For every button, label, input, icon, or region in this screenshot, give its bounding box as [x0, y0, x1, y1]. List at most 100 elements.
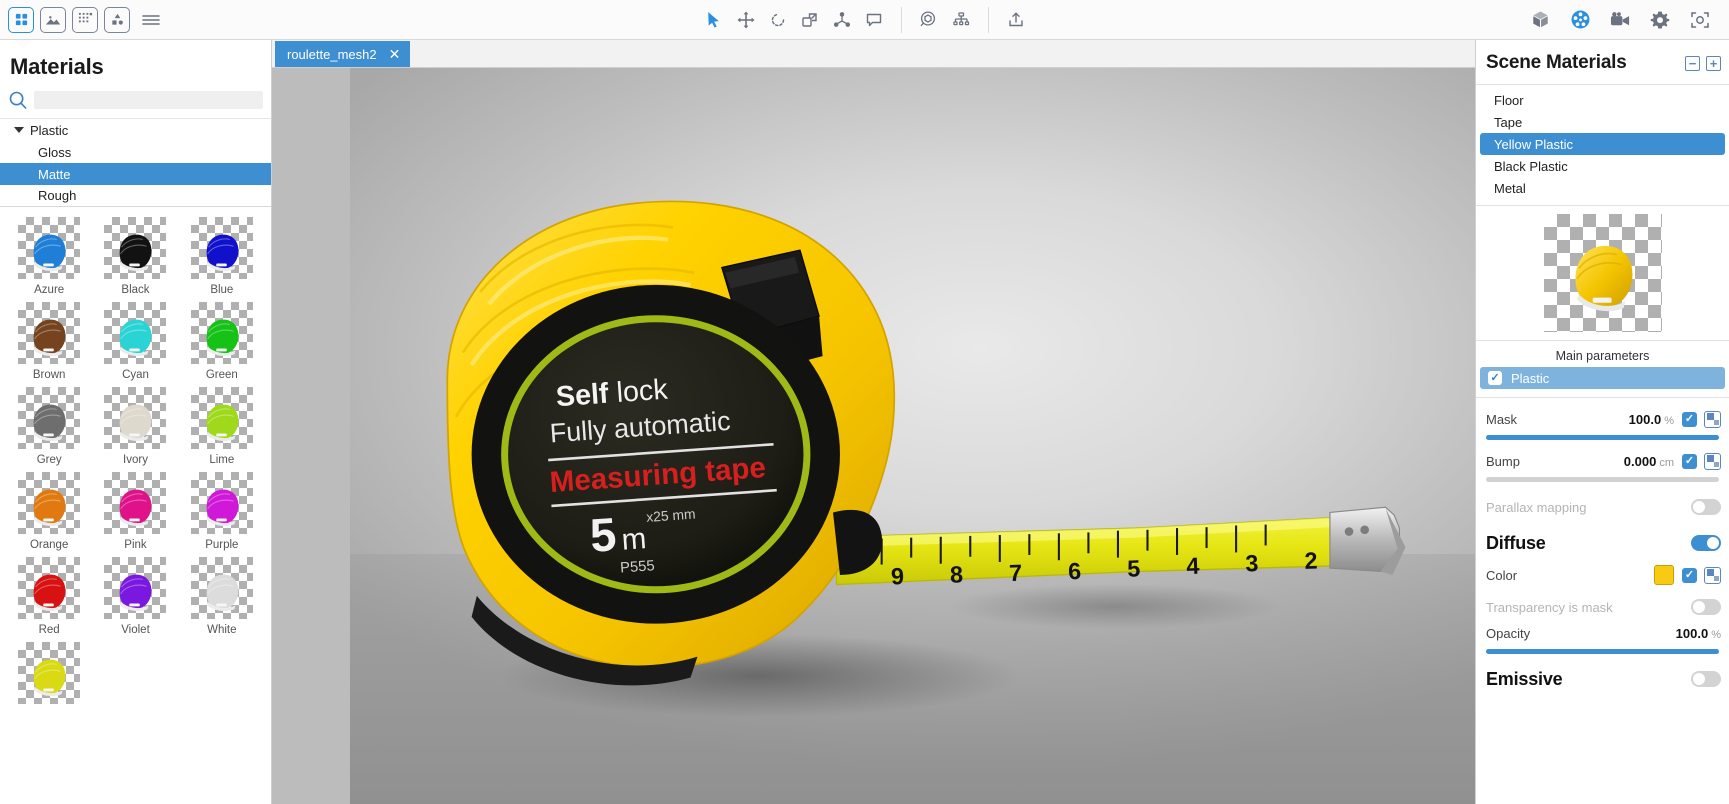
property-enable-checkbox[interactable]: ✓ — [1682, 568, 1697, 583]
texture-grid-icon[interactable] — [72, 7, 98, 33]
swatch-thumbnail-icon — [25, 482, 73, 530]
video-camera-icon[interactable] — [1605, 5, 1635, 35]
material-swatch-grey[interactable]: Grey — [6, 387, 92, 466]
tab-roulette-mesh2[interactable]: roulette_mesh2 ✕ — [275, 41, 410, 67]
property-enable-checkbox[interactable]: ✓ — [1682, 454, 1697, 469]
material-swatch-pink[interactable]: Pink — [92, 472, 178, 551]
section-emissive: Emissive — [1476, 664, 1729, 694]
checkbox-checked-icon[interactable]: ✓ — [1488, 371, 1502, 385]
tree-item-rough[interactable]: Rough — [0, 185, 271, 207]
property-slider-track[interactable] — [1486, 649, 1719, 654]
swatch-thumbnail[interactable] — [191, 387, 253, 449]
annotation-icon[interactable] — [859, 5, 889, 35]
scale-icon[interactable] — [795, 5, 825, 35]
swatch-thumbnail[interactable] — [18, 217, 80, 279]
material-sphere-icon[interactable] — [1565, 5, 1595, 35]
export-icon[interactable] — [1001, 5, 1031, 35]
material-picker-icon[interactable] — [914, 5, 944, 35]
scene-materials-header: Scene Materials − + — [1476, 40, 1729, 85]
material-swatch-cyan[interactable]: Cyan — [92, 302, 178, 381]
swatch-thumbnail[interactable] — [191, 302, 253, 364]
property-value[interactable]: 100.0% — [1629, 412, 1674, 427]
property-toggle[interactable] — [1691, 599, 1721, 615]
close-icon[interactable]: ✕ — [389, 47, 401, 61]
property-value[interactable]: 0.000cm — [1624, 454, 1674, 469]
swatch-thumbnail[interactable] — [104, 472, 166, 534]
image-icon[interactable] — [40, 7, 66, 33]
material-swatch-black[interactable]: Black — [92, 217, 178, 296]
property-slider-track[interactable] — [1486, 477, 1719, 482]
pivot-icon[interactable] — [827, 5, 857, 35]
tree-group-plastic[interactable]: Plastic — [0, 119, 271, 141]
property-texture-map-button[interactable] — [1704, 411, 1721, 428]
move-icon[interactable] — [731, 5, 761, 35]
material-swatch-brown[interactable]: Brown — [6, 302, 92, 381]
swatch-thumbnail[interactable] — [104, 217, 166, 279]
hamburger-menu-icon[interactable] — [136, 5, 166, 35]
property-texture-map-button[interactable] — [1704, 453, 1721, 470]
tree-item-gloss[interactable]: Gloss — [0, 141, 271, 163]
scene-material-item-floor[interactable]: Floor — [1480, 89, 1725, 111]
material-swatch-orange[interactable]: Orange — [6, 472, 92, 551]
property-slider-track[interactable] — [1486, 435, 1719, 440]
main-parameter-plastic-row[interactable]: ✓ Plastic — [1480, 367, 1725, 389]
swatch-thumbnail[interactable] — [18, 642, 80, 704]
color-swatch[interactable] — [1654, 565, 1674, 585]
3d-viewport[interactable]: 9 8 7 6 5 4 3 2 — [272, 68, 1475, 804]
scene-material-label: Yellow Plastic — [1494, 137, 1573, 152]
material-swatch-violet[interactable]: Violet — [92, 557, 178, 636]
scene-material-item-yellow-plastic[interactable]: Yellow Plastic — [1480, 133, 1725, 155]
tree-item-matte[interactable]: Matte — [0, 163, 271, 185]
material-swatch-item-15[interactable] — [6, 642, 92, 709]
swatch-thumbnail[interactable] — [18, 557, 80, 619]
scene-material-item-black-plastic[interactable]: Black Plastic — [1480, 155, 1725, 177]
swatch-label: White — [207, 624, 236, 636]
property-enable-checkbox[interactable]: ✓ — [1682, 412, 1697, 427]
select-arrow-icon[interactable] — [699, 5, 729, 35]
swatch-thumbnail[interactable] — [18, 472, 80, 534]
property-toggle[interactable] — [1691, 499, 1721, 515]
swatch-thumbnail-icon — [25, 397, 73, 445]
swatch-label: Green — [206, 369, 238, 381]
shapes-icon[interactable] — [104, 7, 130, 33]
gear-icon[interactable] — [1645, 5, 1675, 35]
swatch-thumbnail[interactable] — [191, 557, 253, 619]
collapse-all-button[interactable]: − — [1685, 56, 1700, 71]
material-swatch-lime[interactable]: Lime — [179, 387, 265, 466]
search-input[interactable] — [34, 91, 263, 109]
material-swatch-azure[interactable]: Azure — [6, 217, 92, 296]
section-toggle[interactable] — [1691, 671, 1721, 687]
scene-material-item-tape[interactable]: Tape — [1480, 111, 1725, 133]
grid-view-icon[interactable] — [8, 7, 34, 33]
hierarchy-icon[interactable] — [946, 5, 976, 35]
material-swatch-green[interactable]: Green — [179, 302, 265, 381]
swatch-label: Brown — [33, 369, 66, 381]
property-value[interactable]: 100.0% — [1676, 626, 1721, 641]
add-material-button[interactable]: + — [1706, 56, 1721, 71]
swatch-thumbnail[interactable] — [191, 217, 253, 279]
tab-bar: roulette_mesh2 ✕ — [272, 40, 1475, 68]
toggle-knob — [1693, 501, 1705, 513]
swatch-thumbnail[interactable] — [104, 302, 166, 364]
material-swatch-white[interactable]: White — [179, 557, 265, 636]
section-toggle[interactable] — [1691, 535, 1721, 551]
material-swatch-ivory[interactable]: Ivory — [92, 387, 178, 466]
swatch-thumbnail[interactable] — [104, 557, 166, 619]
property-texture-map-button[interactable] — [1704, 567, 1721, 584]
svg-text:P555: P555 — [620, 558, 655, 576]
material-swatch-red[interactable]: Red — [6, 557, 92, 636]
cube-icon[interactable] — [1525, 5, 1555, 35]
material-preview[interactable] — [1544, 214, 1662, 332]
material-swatch-purple[interactable]: Purple — [179, 472, 265, 551]
rotate-icon[interactable] — [763, 5, 793, 35]
scene-materials-title: Scene Materials — [1486, 52, 1627, 74]
material-category-tree: Plastic Gloss Matte Rough — [0, 118, 271, 207]
swatch-thumbnail[interactable] — [18, 387, 80, 449]
swatch-thumbnail[interactable] — [18, 302, 80, 364]
property-unit: % — [1711, 629, 1721, 641]
scene-material-item-metal[interactable]: Metal — [1480, 177, 1725, 199]
swatch-thumbnail[interactable] — [191, 472, 253, 534]
swatch-thumbnail[interactable] — [104, 387, 166, 449]
material-swatch-blue[interactable]: Blue — [179, 217, 265, 296]
render-frame-icon[interactable] — [1685, 5, 1715, 35]
